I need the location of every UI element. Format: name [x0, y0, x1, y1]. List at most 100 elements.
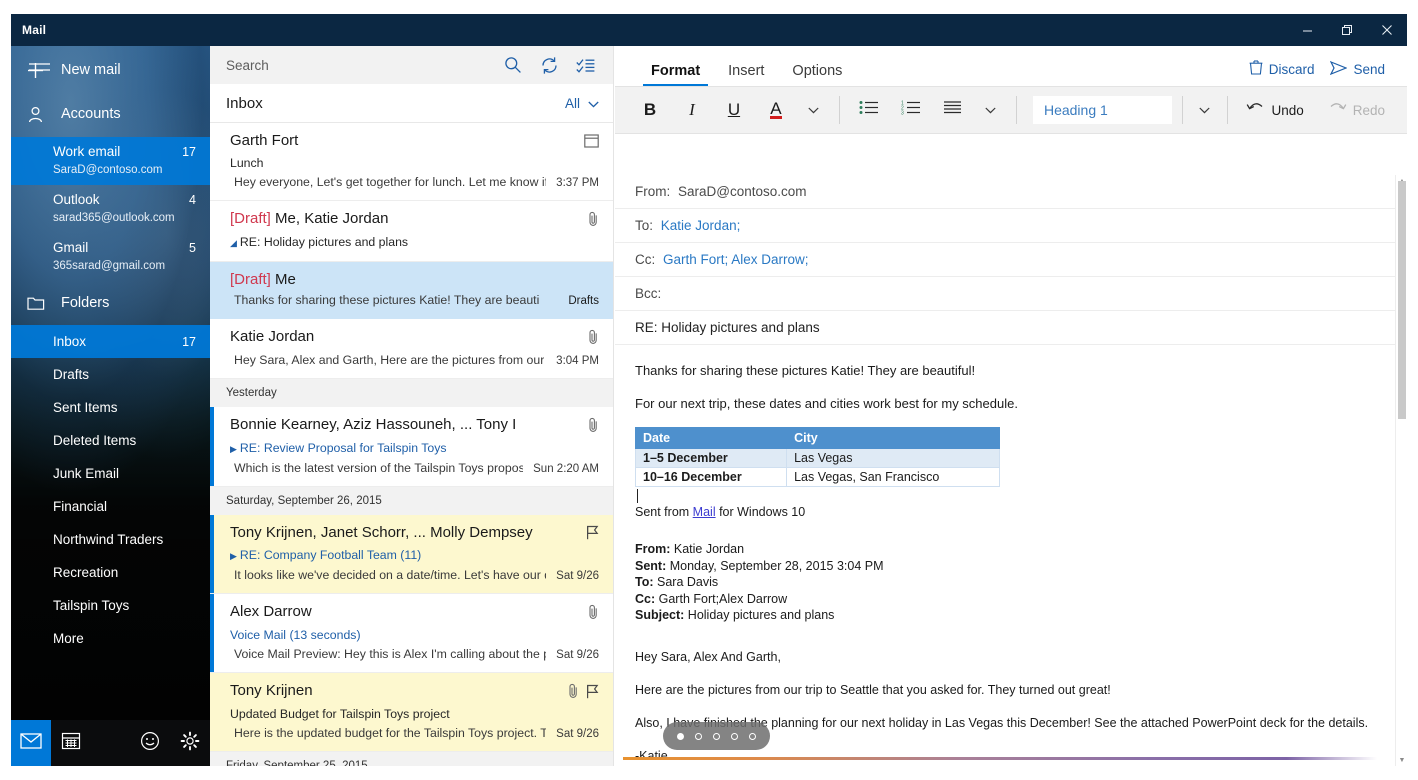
pager-dot[interactable]	[749, 732, 756, 740]
thread-expand-icon[interactable]: ▶	[230, 444, 237, 454]
quoted-subject: Subject: Holiday pictures and plans	[635, 608, 835, 622]
account-unread-count: 17	[182, 145, 196, 159]
message-sender: Tony Krijnen	[230, 682, 313, 699]
font-color-button[interactable]: A	[755, 86, 797, 134]
folder-icon	[27, 296, 55, 311]
sidebar-item-more[interactable]: More	[11, 622, 210, 655]
pager-dot[interactable]	[713, 732, 720, 740]
restore-button[interactable]	[1327, 14, 1367, 46]
to-field[interactable]: To: Katie Jordan;	[615, 209, 1407, 243]
tab-options[interactable]: Options	[778, 63, 856, 86]
message-body[interactable]: Thanks for sharing these pictures Katie!…	[615, 345, 1407, 519]
sidebar-item-deleted-items[interactable]: Deleted Items	[11, 424, 210, 457]
scroll-down-arrow[interactable]: ▼	[1396, 754, 1407, 766]
select-mode-icon[interactable]	[567, 46, 603, 84]
numbered-list-button[interactable]: 1 2 3	[890, 86, 932, 134]
pager-dot[interactable]	[695, 732, 702, 740]
cc-field[interactable]: Cc: Garth Fort; Alex Darrow;	[615, 243, 1407, 277]
ribbon-tabs: Format Insert Options Discard Send	[615, 46, 1407, 86]
italic-button[interactable]: I	[671, 86, 713, 134]
accounts-button[interactable]: Accounts	[11, 94, 210, 134]
font-more-button[interactable]	[797, 86, 831, 134]
mail-nav-button[interactable]	[11, 720, 51, 766]
sidebar-item-tailspin-toys[interactable]: Tailspin Toys	[11, 589, 210, 622]
pager-dot[interactable]	[677, 732, 684, 740]
chevron-down-icon	[588, 96, 599, 111]
discard-button[interactable]: Discard	[1241, 60, 1323, 86]
tab-insert[interactable]: Insert	[714, 63, 778, 86]
message-list-item[interactable]: Alex Darrow Voice Mail (13 seconds) Voice …	[210, 594, 613, 673]
style-selector[interactable]: Heading 1	[1032, 96, 1173, 124]
bcc-field[interactable]: Bcc:	[615, 277, 1407, 311]
quoted-sent: Sent: Monday, September 28, 2015 3:04 PM	[635, 558, 884, 573]
subject-field[interactable]: RE: Holiday pictures and plans	[615, 311, 1407, 345]
sidebar-item-inbox[interactable]: Inbox 17	[11, 325, 210, 358]
redo-label: Redo	[1352, 102, 1386, 118]
message-list-item[interactable]: [Draft] Me Thanks for sharing these pictu…	[210, 262, 613, 319]
message-list-item[interactable]: Tony Krijnen Updated Budget for Tailspin …	[210, 673, 613, 752]
message-list-item[interactable]: Tony Krijnen, Janet Schorr, ... Molly De…	[210, 515, 613, 594]
search-input[interactable]: Search	[226, 58, 495, 73]
bullet-list-button[interactable]	[848, 86, 890, 134]
attachment-pager[interactable]	[663, 722, 770, 750]
style-more-button[interactable]	[1187, 86, 1221, 134]
sidebar-item-sent-items[interactable]: Sent Items	[11, 391, 210, 424]
from-field: From: SaraD@contoso.com	[615, 175, 1407, 209]
cc-value[interactable]: Garth Fort; Alex Darrow;	[663, 252, 809, 267]
minimize-button[interactable]	[1287, 14, 1327, 46]
subject-value[interactable]: RE: Holiday pictures and plans	[635, 320, 820, 335]
folders-label: Folders	[61, 295, 110, 311]
attachment-icon	[588, 417, 599, 438]
message-list-item[interactable]: Bonnie Kearney, Aziz Hassouneh, ... Tony…	[210, 407, 613, 487]
current-folder-title: Inbox	[226, 94, 263, 112]
calendar-nav-button[interactable]	[51, 720, 91, 766]
message-time: 3:04 PM	[556, 355, 599, 367]
signature-mail-link[interactable]: Mail	[693, 505, 716, 519]
folder-label: Drafts	[53, 367, 90, 382]
message-preview: Voice Mail Preview: Hey this is Alex I'm…	[234, 647, 547, 661]
folders-button[interactable]: Folders	[11, 283, 210, 323]
settings-gear-icon	[180, 731, 200, 756]
reading-pane-scrollbar[interactable]: ▲ ▼	[1395, 175, 1407, 766]
sync-icon[interactable]	[531, 46, 567, 84]
sidebar-item-drafts[interactable]: Drafts	[11, 358, 210, 391]
attachment-icon	[588, 604, 599, 625]
flag-icon	[586, 525, 599, 545]
account-item-gmail[interactable]: Gmail 5 365sarad@gmail.com	[11, 233, 210, 281]
search-bar[interactable]: Search	[210, 46, 613, 84]
compose-pane: Format Insert Options Discard Send B I U	[615, 46, 1407, 766]
feedback-nav-button[interactable]	[130, 720, 170, 766]
attachment-icon	[588, 211, 599, 232]
message-list-item[interactable]: Katie Jordan Hey Sara, Alex and Garth, He…	[210, 319, 613, 379]
account-item-work-email[interactable]: Work email 17 SaraD@contoso.com	[11, 137, 210, 185]
send-button[interactable]: Send	[1322, 60, 1393, 86]
underline-button[interactable]: U	[713, 86, 755, 134]
close-button[interactable]	[1367, 14, 1407, 46]
sidebar-item-recreation[interactable]: Recreation	[11, 556, 210, 589]
bold-button[interactable]: B	[629, 86, 671, 134]
attachment-icon	[588, 329, 599, 350]
sidebar-item-northwind-traders[interactable]: Northwind Traders	[11, 523, 210, 556]
undo-button[interactable]: Undo	[1234, 86, 1315, 134]
sidebar-item-financial[interactable]: Financial	[11, 490, 210, 523]
message-list-item[interactable]: [Draft] Me, Katie Jordan ◢ RE: Holiday pic…	[210, 201, 613, 262]
sidebar-item-junk-email[interactable]: Junk Email	[11, 457, 210, 490]
to-value[interactable]: Katie Jordan;	[661, 218, 741, 233]
filter-dropdown[interactable]: All	[565, 96, 599, 111]
align-button[interactable]	[932, 86, 974, 134]
message-list-item[interactable]: Garth Fort Lunch Hey everyone, Let's get t…	[210, 123, 613, 201]
pager-dot[interactable]	[731, 732, 738, 740]
scrollbar-thumb[interactable]	[1398, 181, 1406, 419]
settings-nav-button[interactable]	[170, 720, 210, 766]
new-mail-button[interactable]: New mail	[11, 50, 210, 90]
tab-format[interactable]: Format	[637, 63, 714, 86]
account-item-outlook[interactable]: Outlook 4 sarad365@outlook.com	[11, 185, 210, 233]
folder-label: Northwind Traders	[53, 532, 164, 547]
thread-expand-icon[interactable]: ▶	[230, 551, 237, 561]
table-header-date: Date	[634, 427, 788, 449]
align-icon	[943, 100, 962, 120]
paragraph-more-button[interactable]	[974, 86, 1008, 134]
message-time: Sat 9/26	[556, 728, 599, 740]
thread-expand-icon[interactable]: ◢	[230, 238, 237, 248]
search-icon[interactable]	[495, 46, 531, 84]
